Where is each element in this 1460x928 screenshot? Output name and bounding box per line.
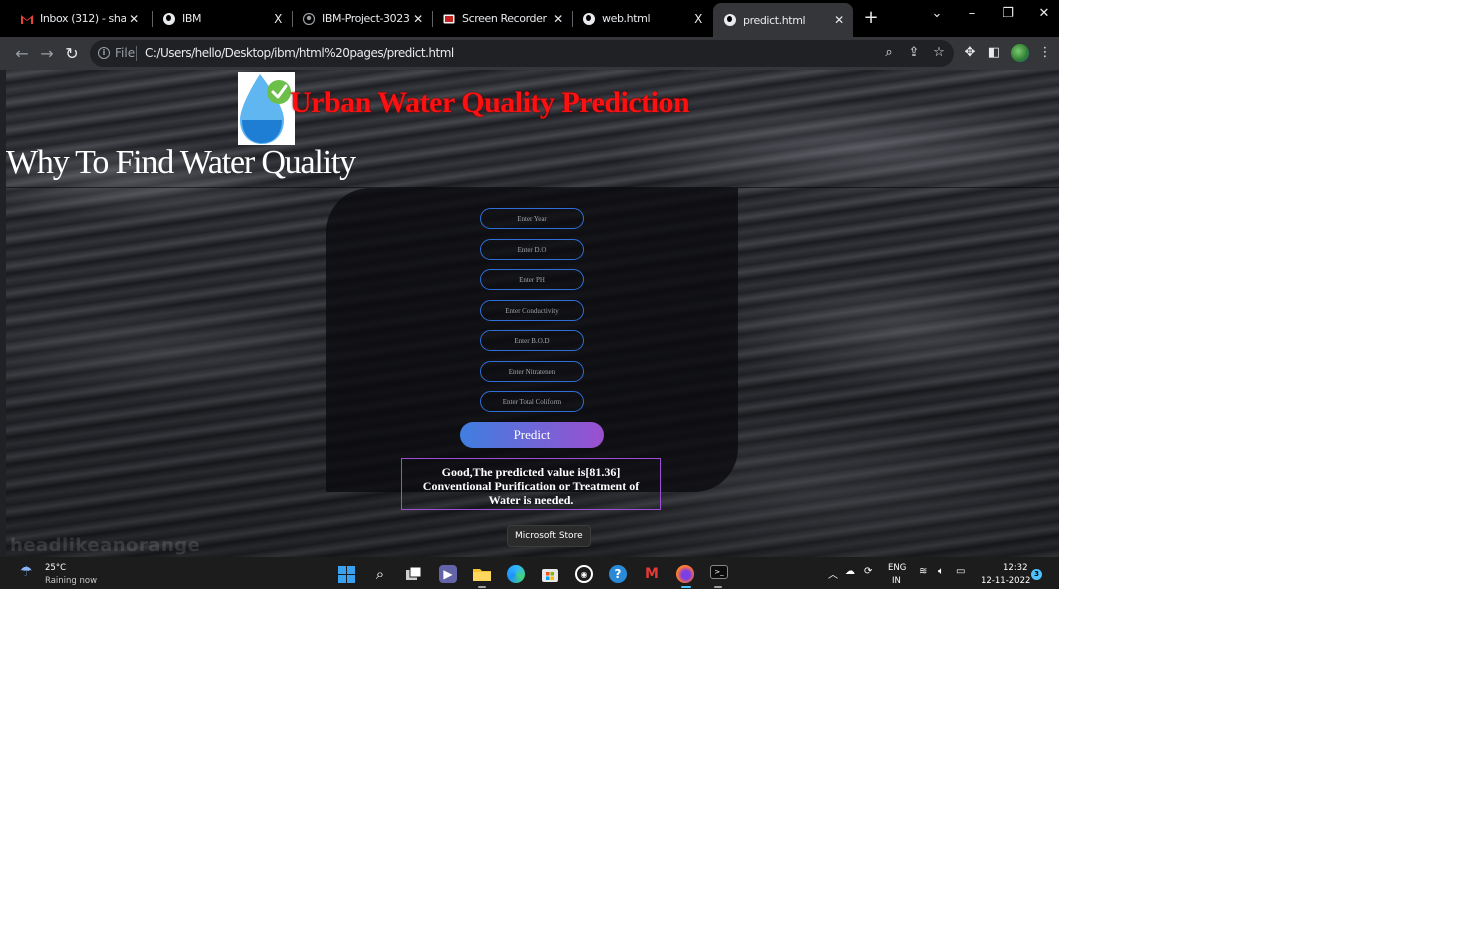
- taskbar-tooltip: Microsoft Store: [507, 525, 591, 547]
- bod-input[interactable]: [480, 330, 584, 351]
- help-icon[interactable]: ?: [609, 565, 627, 583]
- tab-title: Screen Recorder - Chr: [462, 12, 550, 25]
- start-button[interactable]: [337, 565, 355, 583]
- tab-ibm[interactable]: IBM X: [152, 4, 292, 33]
- result-line: Water is needed.: [488, 493, 574, 507]
- nitratenen-input[interactable]: [480, 361, 584, 382]
- profile-avatar[interactable]: [1011, 44, 1029, 62]
- result-line: Good,The predicted value is[81.36]: [441, 465, 621, 479]
- firefox-icon[interactable]: [676, 565, 694, 583]
- total-coliform-input[interactable]: [480, 391, 584, 412]
- page-heading: Why To Find Water Quality: [6, 144, 356, 181]
- water-drop-logo: [238, 72, 295, 145]
- share-icon[interactable]: ⇪: [906, 45, 922, 60]
- minimize-button[interactable]: –: [960, 6, 984, 21]
- github-desktop-icon[interactable]: ◉: [575, 565, 593, 583]
- show-hidden-icons-icon[interactable]: ︿: [828, 566, 838, 581]
- globe-icon: [582, 12, 596, 26]
- close-icon[interactable]: ✕: [550, 12, 566, 26]
- close-window-button[interactable]: ✕: [1032, 6, 1056, 21]
- language-region[interactable]: IN: [892, 576, 901, 586]
- bookmark-star-icon[interactable]: ☆: [931, 45, 947, 60]
- tab-title: Inbox (312) - shalinid: [40, 12, 126, 25]
- running-indicator: [714, 586, 722, 588]
- active-indicator: [681, 586, 691, 588]
- info-icon[interactable]: i: [98, 47, 110, 59]
- extensions-icon[interactable]: ✥: [961, 45, 979, 60]
- microsoft-store-icon[interactable]: [541, 565, 559, 583]
- rain-cloud-icon[interactable]: ☂: [20, 564, 33, 580]
- year-input[interactable]: [480, 208, 584, 229]
- windows-taskbar: ☂ 25°C Raining now ⌕ ▶ ◉ ? M >_ ︿ ☁ ⟳ EN…: [0, 557, 1059, 589]
- url-text[interactable]: C:/Users/hello/Desktop/ibm/html%20pages/…: [145, 46, 454, 60]
- prediction-result: Good,The predicted value is[81.36] Conve…: [401, 458, 661, 510]
- ph-input[interactable]: [480, 269, 584, 290]
- edge-icon[interactable]: [507, 565, 525, 583]
- zoom-icon[interactable]: ⌕: [881, 45, 897, 60]
- tab-github[interactable]: IBM-Project-30232-16 ✕: [292, 4, 432, 33]
- do-input[interactable]: [480, 239, 584, 260]
- windows-logo-icon: [337, 565, 355, 583]
- tab-web[interactable]: web.html X: [572, 4, 712, 33]
- tab-title: predict.html: [743, 13, 806, 27]
- teams-chat-icon[interactable]: ▶: [439, 565, 457, 583]
- page-viewport: Urban Water Quality Prediction Why To Fi…: [6, 70, 1059, 557]
- side-panel-icon[interactable]: ◧: [985, 45, 1003, 60]
- menu-icon[interactable]: ⋮: [1036, 45, 1054, 60]
- close-icon[interactable]: X: [270, 12, 286, 26]
- weather-temperature[interactable]: 25°C: [45, 563, 66, 573]
- tab-gmail[interactable]: Inbox (312) - shalinid ✕: [10, 4, 148, 33]
- clock-time[interactable]: 12:32: [1003, 563, 1028, 573]
- globe-icon: [162, 12, 176, 26]
- file-scheme-label: File: [115, 46, 136, 60]
- gmail-icon: [20, 12, 34, 26]
- notification-badge[interactable]: 3: [1031, 569, 1042, 580]
- tab-title: web.html: [602, 12, 651, 25]
- new-tab-button[interactable]: +: [862, 7, 880, 28]
- mcafee-icon[interactable]: M: [643, 565, 661, 583]
- running-indicator: [478, 586, 486, 588]
- result-line: Conventional Purification or Treatment o…: [422, 479, 640, 493]
- forward-icon[interactable]: →: [37, 44, 57, 63]
- language-indicator[interactable]: ENG: [888, 563, 906, 573]
- sync-icon[interactable]: ⟳: [864, 566, 872, 577]
- task-view-icon[interactable]: [405, 565, 423, 583]
- tab-title: IBM: [182, 12, 202, 25]
- tab-strip: Inbox (312) - shalinid ✕ IBM X IBM-Proje…: [0, 0, 1059, 37]
- address-divider: [136, 46, 137, 61]
- close-icon[interactable]: X: [690, 12, 706, 26]
- tab-screen-recorder[interactable]: Screen Recorder - Chr ✕: [432, 4, 572, 33]
- reload-icon[interactable]: ↻: [62, 44, 82, 63]
- address-bar[interactable]: i File C:/Users/hello/Desktop/ibm/html%2…: [90, 40, 954, 67]
- tab-title: IBM-Project-30232-16: [322, 12, 410, 25]
- terminal-icon[interactable]: >_: [710, 565, 728, 579]
- close-icon[interactable]: ✕: [410, 12, 426, 26]
- volume-icon[interactable]: 🔈︎: [938, 566, 944, 577]
- maximize-button[interactable]: ❐: [996, 6, 1020, 21]
- watermark: headlikeanorange: [10, 535, 201, 556]
- close-icon[interactable]: ✕: [831, 13, 847, 27]
- screen-recorder-icon: [442, 12, 456, 26]
- search-icon[interactable]: ⌕: [371, 565, 389, 583]
- file-explorer-icon[interactable]: [473, 565, 491, 583]
- tab-search-icon[interactable]: ⌄: [925, 6, 949, 21]
- github-icon: [302, 12, 316, 26]
- wifi-icon[interactable]: ≋: [919, 566, 927, 577]
- browser-window: Inbox (312) - shalinid ✕ IBM X IBM-Proje…: [0, 0, 1059, 589]
- onedrive-icon[interactable]: ☁: [845, 566, 855, 577]
- browser-toolbar: ← → ↻ i File C:/Users/hello/Desktop/ibm/…: [0, 37, 1059, 70]
- predict-button[interactable]: Predict: [460, 422, 604, 448]
- clock-date[interactable]: 12-11-2022: [981, 576, 1030, 586]
- tab-predict[interactable]: predict.html ✕: [713, 3, 853, 37]
- weather-description[interactable]: Raining now: [45, 576, 97, 586]
- globe-icon: [723, 13, 737, 27]
- back-icon[interactable]: ←: [12, 44, 32, 63]
- close-icon[interactable]: ✕: [126, 12, 142, 26]
- conductivity-input[interactable]: [480, 300, 584, 321]
- battery-icon[interactable]: ▭: [956, 566, 965, 577]
- site-title: Urban Water Quality Prediction: [290, 86, 690, 119]
